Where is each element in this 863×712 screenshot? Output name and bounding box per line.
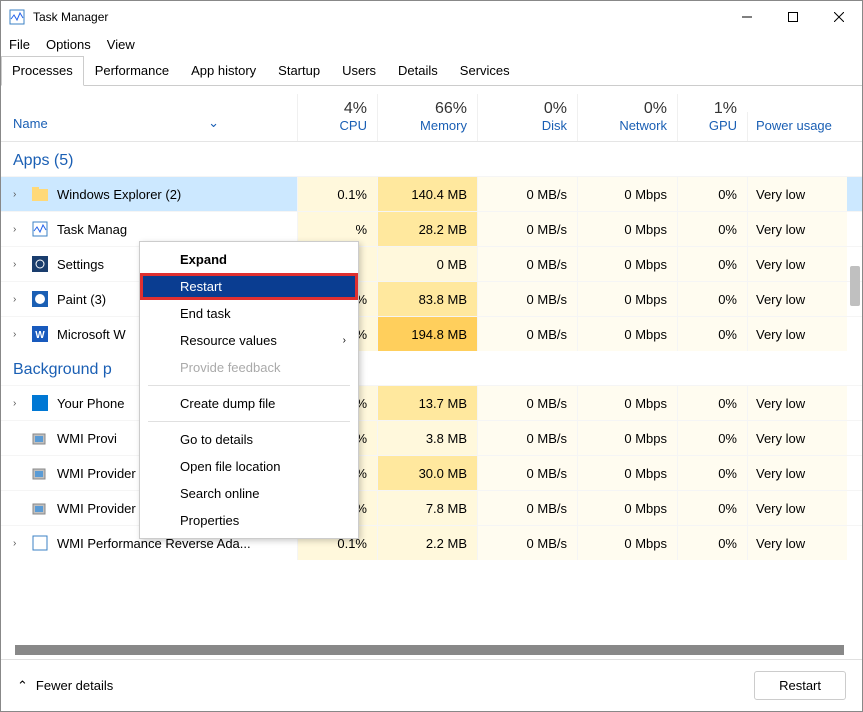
- table-row[interactable]: ›Settings 0 MB 0 MB/s 0 Mbps 0% Very low: [1, 246, 862, 281]
- header-power[interactable]: Power usage: [747, 112, 847, 141]
- context-create-dump[interactable]: Create dump file: [140, 390, 358, 417]
- table-row[interactable]: ›WMI Provider Host 0.3% 7.8 MB 0 MB/s 0 …: [1, 490, 862, 525]
- chevron-right-icon[interactable]: ›: [13, 398, 23, 409]
- taskmgr-icon: [31, 220, 49, 238]
- context-end-task[interactable]: End task: [140, 300, 358, 327]
- tab-performance[interactable]: Performance: [84, 56, 180, 85]
- context-provide-feedback: Provide feedback: [140, 354, 358, 381]
- table-row[interactable]: ›WMI Performance Reverse Ada... 0.1% 2.2…: [1, 525, 862, 560]
- table-row[interactable]: ›WMicrosoft W % 194.8 MB 0 MB/s 0 Mbps 0…: [1, 316, 862, 351]
- minimize-button[interactable]: [724, 1, 770, 33]
- context-resource-values[interactable]: Resource values›: [140, 327, 358, 354]
- header-disk[interactable]: 0%Disk: [477, 94, 577, 141]
- tab-users[interactable]: Users: [331, 56, 387, 85]
- chevron-right-icon[interactable]: ›: [13, 294, 23, 305]
- header-gpu[interactable]: 1%GPU: [677, 94, 747, 141]
- footer: ⌃ Fewer details Restart: [1, 659, 862, 711]
- app-icon: [9, 9, 25, 25]
- table-row[interactable]: ›Your Phone % 13.7 MB 0 MB/s 0 Mbps 0% V…: [1, 385, 862, 420]
- header-network[interactable]: 0%Network: [577, 94, 677, 141]
- wmi-icon: [31, 429, 49, 447]
- chevron-right-icon[interactable]: ›: [13, 259, 23, 270]
- chevron-down-icon[interactable]: ⌄: [208, 115, 219, 131]
- tab-processes[interactable]: Processes: [1, 56, 84, 86]
- tab-startup[interactable]: Startup: [267, 56, 331, 85]
- window-controls: [724, 1, 862, 33]
- context-expand[interactable]: Expand: [140, 246, 358, 273]
- table-row[interactable]: ›Paint (3) % 83.8 MB 0 MB/s 0 Mbps 0% Ve…: [1, 281, 862, 316]
- chevron-right-icon: ›: [343, 335, 346, 346]
- table-row[interactable]: ›Windows Explorer (2) 0.1% 140.4 MB 0 MB…: [1, 176, 862, 211]
- tabs: Processes Performance App history Startu…: [1, 56, 862, 86]
- wmi-icon: [31, 499, 49, 517]
- context-properties[interactable]: Properties: [140, 507, 358, 534]
- tab-app-history[interactable]: App history: [180, 56, 267, 85]
- section-apps: Apps (5): [1, 142, 862, 176]
- table-row[interactable]: ›WMI Provi % 3.8 MB 0 MB/s 0 Mbps 0% Ver…: [1, 420, 862, 455]
- yourphone-icon: [31, 394, 49, 412]
- explorer-icon: [31, 185, 49, 203]
- chevron-right-icon[interactable]: ›: [13, 538, 23, 549]
- chevron-right-icon[interactable]: ›: [13, 189, 23, 200]
- settings-icon: [31, 255, 49, 273]
- menu-file[interactable]: File: [9, 37, 30, 52]
- menu-separator: [148, 421, 350, 422]
- menu-view[interactable]: View: [107, 37, 135, 52]
- chevron-right-icon[interactable]: ›: [13, 329, 23, 340]
- header-name[interactable]: Name ⌄: [1, 115, 297, 141]
- process-rows: Apps (5) ›Windows Explorer (2) 0.1% 140.…: [1, 142, 862, 560]
- word-icon: W: [31, 325, 49, 343]
- maximize-button[interactable]: [770, 1, 816, 33]
- wmi-perf-icon: [31, 534, 49, 552]
- restart-button[interactable]: Restart: [754, 671, 846, 700]
- tab-services[interactable]: Services: [449, 56, 521, 85]
- context-go-to-details[interactable]: Go to details: [140, 426, 358, 453]
- column-headers: Name ⌄ 4%CPU 66%Memory 0%Disk 0%Network …: [1, 86, 862, 142]
- table-row[interactable]: ›Task Manag % 28.2 MB 0 MB/s 0 Mbps 0% V…: [1, 211, 862, 246]
- svg-text:W: W: [35, 330, 45, 341]
- menu-options[interactable]: Options: [46, 37, 91, 52]
- context-search-online[interactable]: Search online: [140, 480, 358, 507]
- wmi-icon: [31, 464, 49, 482]
- context-restart[interactable]: Restart: [140, 273, 358, 300]
- header-name-label: Name: [13, 116, 48, 131]
- fewer-details-button[interactable]: ⌃ Fewer details: [17, 678, 113, 694]
- titlebar: Task Manager: [1, 1, 862, 33]
- tab-details[interactable]: Details: [387, 56, 449, 85]
- menubar: File Options View: [1, 33, 862, 56]
- menu-separator: [148, 385, 350, 386]
- header-memory[interactable]: 66%Memory: [377, 94, 477, 141]
- horizontal-scrollbar[interactable]: [15, 645, 844, 655]
- table-row[interactable]: ›WMI Provider Host 0% 30.0 MB 0 MB/s 0 M…: [1, 455, 862, 490]
- chevron-right-icon[interactable]: ›: [13, 224, 23, 235]
- vertical-scrollbar[interactable]: [850, 266, 860, 306]
- close-button[interactable]: [816, 1, 862, 33]
- process-table: Name ⌄ 4%CPU 66%Memory 0%Disk 0%Network …: [1, 86, 862, 646]
- chevron-up-icon: ⌃: [17, 678, 28, 694]
- context-menu: Expand Restart End task Resource values›…: [139, 241, 359, 539]
- header-cpu[interactable]: 4%CPU: [297, 94, 377, 141]
- paint-icon: [31, 290, 49, 308]
- section-background: Background p: [1, 351, 862, 385]
- context-open-file-location[interactable]: Open file location: [140, 453, 358, 480]
- window-title: Task Manager: [33, 10, 108, 24]
